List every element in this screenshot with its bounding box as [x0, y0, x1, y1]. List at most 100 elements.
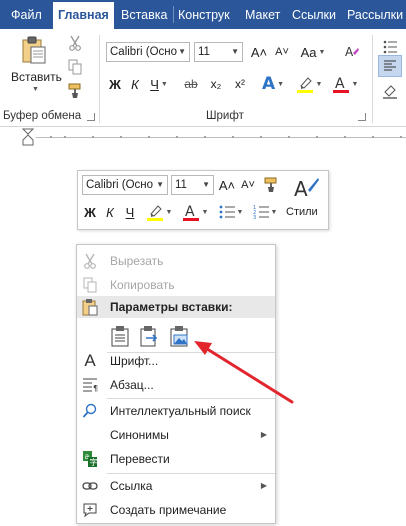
ruler-dot	[400, 136, 402, 138]
menu-item-font[interactable]: A Шрифт...	[77, 349, 275, 373]
mini-italic-button[interactable]: К	[102, 202, 118, 222]
highlighter-icon	[296, 77, 313, 93]
paste-merge-formatting-icon[interactable]	[138, 324, 162, 348]
numbering-icon: 123	[253, 205, 269, 220]
mini-font-name-combo[interactable]: Calibri (Осно ▼	[82, 175, 168, 195]
chevron-down-icon[interactable]: ▼	[318, 49, 325, 56]
chevron-down-icon[interactable]: ▼	[352, 81, 359, 88]
bold-button[interactable]: Ж	[106, 74, 124, 94]
smart-lookup-icon	[81, 402, 99, 420]
dialog-launcher-icon[interactable]	[358, 113, 366, 121]
align-left-icon[interactable]	[378, 55, 402, 77]
svg-text:字: 字	[90, 457, 98, 467]
chevron-down-icon[interactable]: ▼	[316, 81, 323, 88]
ribbon-tab-bar: Файл Главная Вставка Конструк Макет Ссыл…	[0, 0, 406, 29]
menu-item-paragraph[interactable]: ¶ Абзац...	[77, 373, 275, 397]
chevron-down-icon[interactable]: ▼	[237, 209, 244, 216]
font-name-combo[interactable]: Calibri (Осно ▼	[106, 42, 190, 62]
superscript-button[interactable]: x²	[231, 74, 249, 94]
tab-design[interactable]: Конструк	[178, 0, 230, 29]
mini-shrink-font-button[interactable]: A˅	[239, 175, 257, 195]
tab-file[interactable]: Файл	[11, 0, 42, 29]
clear-formatting-icon[interactable]: A	[342, 42, 362, 62]
font-color-button[interactable]: A ▼	[330, 73, 360, 95]
mini-underline-button[interactable]: Ч	[122, 202, 138, 222]
shading-icon[interactable]	[380, 81, 400, 101]
tab-insert[interactable]: Вставка	[121, 0, 167, 29]
menu-item-translate[interactable]: a字 Перевести	[77, 447, 275, 471]
grow-font-button[interactable]: A˄	[249, 42, 269, 62]
menu-item-link[interactable]: Ссылка ▶	[77, 474, 275, 498]
list-icon[interactable]	[380, 37, 400, 57]
font-size-combo[interactable]: 11 ▼	[194, 42, 243, 62]
paste-keep-source-formatting-icon[interactable]	[108, 324, 132, 348]
menu-item-synonyms[interactable]: Синонимы ▶	[77, 423, 275, 447]
font-size-value: 11	[198, 46, 210, 58]
paste-as-picture-icon[interactable]	[168, 324, 192, 348]
menu-item-copy[interactable]: Копировать	[77, 273, 275, 297]
svg-text:¶: ¶	[93, 384, 98, 392]
cut-icon	[81, 252, 99, 270]
copy-icon	[81, 276, 99, 294]
chevron-down-icon[interactable]: ▼	[166, 209, 173, 216]
menu-item-new-comment[interactable]: Создать примечание	[77, 498, 275, 522]
mini-grow-font-button[interactable]: A˄	[218, 175, 236, 195]
ribbon: Вставить ▼ Буфер обмена Calibri (Осно ▼ …	[0, 29, 406, 127]
dialog-launcher-icon[interactable]	[87, 113, 95, 121]
ruler-dot	[176, 136, 178, 138]
text-effects-button[interactable]: A ▼	[260, 73, 286, 95]
tab-home[interactable]: Главная	[53, 2, 114, 29]
tab-mailings[interactable]: Рассылки	[347, 0, 403, 29]
change-case-button[interactable]: Aa ▼	[298, 42, 328, 62]
mini-bullets-button[interactable]: ▼	[216, 201, 246, 223]
paste-options-header: Параметры вставки:	[77, 296, 275, 318]
translate-icon: a字	[81, 450, 99, 468]
menu-item-label: Копировать	[110, 278, 175, 292]
chevron-down-icon[interactable]: ▼	[277, 81, 284, 88]
ruler-dot	[260, 136, 262, 138]
chevron-down-icon[interactable]: ▼	[202, 209, 209, 216]
ruler-dot	[148, 136, 150, 138]
chevron-down-icon[interactable]: ▼	[32, 86, 39, 93]
mini-font-size-combo[interactable]: 11 ▼	[171, 175, 214, 195]
chevron-down-icon[interactable]: ▼	[156, 176, 164, 194]
mini-numbering-button[interactable]: 123 ▼	[250, 201, 280, 223]
copy-icon[interactable]	[66, 58, 84, 76]
shrink-font-button[interactable]: A˅	[272, 42, 292, 62]
chevron-down-icon[interactable]: ▼	[231, 43, 239, 61]
underline-button[interactable]: Ч ▼	[146, 74, 172, 94]
subscript-button[interactable]: x₂	[207, 74, 225, 94]
horizontal-ruler	[0, 128, 406, 146]
styles-label[interactable]: Стили	[286, 206, 318, 218]
chevron-down-icon[interactable]: ▼	[271, 209, 278, 216]
chevron-down-icon[interactable]: ▼	[202, 176, 210, 194]
italic-button[interactable]: К	[127, 74, 143, 94]
format-painter-icon[interactable]	[66, 82, 84, 100]
mini-font-name-value: Calibri (Осно	[86, 179, 154, 191]
ruler-dot	[204, 136, 206, 138]
chevron-down-icon[interactable]: ▼	[161, 81, 168, 88]
chevron-down-icon[interactable]: ▼	[178, 43, 186, 61]
font-color-icon: A	[182, 204, 199, 221]
strikethrough-button[interactable]: ab	[181, 74, 201, 94]
menu-item-cut[interactable]: Вырезать	[77, 249, 275, 273]
mini-font-size-value: 11	[175, 179, 187, 191]
submenu-arrow-icon: ▶	[260, 481, 267, 490]
mini-bold-button[interactable]: Ж	[82, 202, 98, 222]
font-name-value: Calibri (Осно	[110, 46, 178, 58]
cut-icon[interactable]	[66, 34, 84, 52]
tab-layout[interactable]: Макет	[245, 0, 280, 29]
mini-highlight-button[interactable]: ▼	[144, 201, 174, 223]
paste-button-label[interactable]: Вставить	[11, 70, 62, 84]
paste-icon[interactable]	[22, 36, 46, 64]
highlight-button[interactable]: ▼	[294, 73, 324, 95]
ruler-dot	[288, 136, 290, 138]
indent-marker-icon[interactable]	[22, 128, 34, 146]
font-color-icon: A	[332, 76, 349, 93]
mini-font-color-button[interactable]: A ▼	[180, 201, 210, 223]
tab-references[interactable]: Ссылки	[292, 0, 336, 29]
styles-icon[interactable]: A	[288, 175, 324, 203]
menu-item-label: Создать примечание	[110, 503, 227, 517]
mini-format-painter-icon[interactable]	[261, 175, 281, 195]
menu-item-smart-lookup[interactable]: Интеллектуальный поиск	[77, 399, 275, 423]
